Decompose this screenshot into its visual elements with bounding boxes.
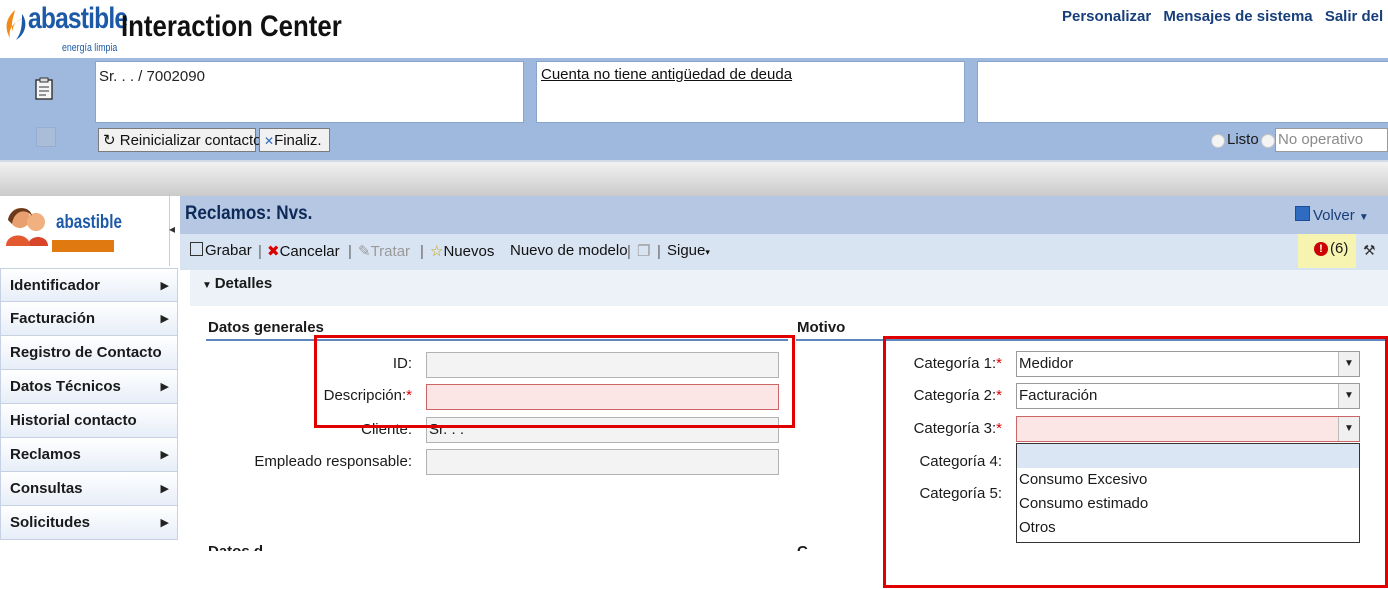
chevron-right-icon: ▶ xyxy=(160,517,169,529)
toolbar-separator: | xyxy=(657,243,661,260)
toolbar-separator: | xyxy=(348,243,352,260)
employee-field[interactable] xyxy=(426,449,779,475)
nav-item-historial-contacto[interactable]: Historial contacto xyxy=(0,404,178,438)
separator-band xyxy=(0,162,1388,196)
chevron-right-icon: ▶ xyxy=(160,280,169,292)
app-title: Interaction Center xyxy=(121,10,342,43)
nav-item-reclamos[interactable]: Reclamos ▶ xyxy=(0,438,178,472)
finalize-icon: ✕ xyxy=(264,134,275,148)
save-button[interactable]: Grabar xyxy=(190,242,252,259)
back-icon xyxy=(1295,206,1310,221)
reset-contact-button[interactable]: ↻ Reinicializar contacto xyxy=(98,128,261,152)
new-document-icon: ☆ xyxy=(430,243,444,260)
page-title: Reclamos: Nvs. xyxy=(185,203,313,224)
process-button[interactable]: ✎Tratar xyxy=(358,242,410,260)
extra-info-box xyxy=(977,61,1388,123)
page-header xyxy=(180,196,1388,234)
system-messages-link[interactable]: Mensajes de sistema xyxy=(1163,8,1312,25)
new-from-template-button[interactable]: Nuevo de modelo xyxy=(510,242,628,259)
brand-tagline: energía limpia xyxy=(62,42,118,54)
chevron-down-icon: ▼ xyxy=(1358,212,1369,223)
chevron-right-icon: ▶ xyxy=(160,381,169,393)
chevron-right-icon: ▶ xyxy=(160,449,169,461)
ready-label: Listo xyxy=(1227,131,1259,148)
annotation-highlight-right xyxy=(883,336,1388,588)
alert-icon: ! xyxy=(1314,242,1328,256)
annotation-highlight-left xyxy=(314,335,795,428)
cancel-button[interactable]: ✖Cancelar xyxy=(267,242,340,260)
details-toggle[interactable]: ▼ Detalles xyxy=(202,275,272,292)
general-section-title: Datos generales xyxy=(208,319,324,336)
employee-label: Empleado responsable: xyxy=(254,453,412,470)
header-links: Personalizar Mensajes de sistema Salir d… xyxy=(1062,8,1388,25)
finalize-button[interactable]: ✕Finaliz. xyxy=(259,128,330,152)
copy-icon[interactable]: ❐ xyxy=(637,242,650,260)
chevron-down-icon: ▾ xyxy=(705,247,710,257)
save-icon xyxy=(190,242,203,256)
next-button[interactable]: Sigue▾ xyxy=(667,242,710,259)
family-photo-icon xyxy=(6,208,48,246)
reason-section-title: Motivo xyxy=(797,319,846,336)
debt-status-link[interactable]: Cuenta no tiene antigüedad de deuda xyxy=(541,66,792,83)
new-button[interactable]: ☆Nuevos xyxy=(430,242,494,260)
nav-brand-text: abastible xyxy=(56,212,122,233)
collapse-nav-icon[interactable]: ◂ xyxy=(169,222,175,236)
logout-link[interactable]: Salir del sist xyxy=(1325,8,1388,25)
cutoff-section-title: Datos d xyxy=(208,543,263,551)
not-operative-radio[interactable] xyxy=(1261,134,1275,148)
nav-item-consultas[interactable]: Consultas ▶ xyxy=(0,472,178,506)
edit-icon: ✎ xyxy=(358,243,371,260)
nav-item-solicitudes[interactable]: Solicitudes ▶ xyxy=(0,506,178,540)
back-button[interactable]: Volver ▼ xyxy=(1295,206,1369,224)
brand-flame-icon xyxy=(6,10,26,40)
status-square-icon xyxy=(36,127,56,147)
brand-logo-text: abastible xyxy=(28,2,128,35)
cancel-icon: ✖ xyxy=(267,243,280,260)
refresh-icon: ↻ xyxy=(103,132,120,149)
toolbar-separator: | xyxy=(258,243,262,260)
chevron-right-icon: ▶ xyxy=(160,313,169,325)
navigation-menu: Identificador ▶ Facturación ▶ Registro de … xyxy=(0,268,178,540)
nav-item-datos-tecnicos[interactable]: Datos Técnicos ▶ xyxy=(0,370,178,404)
wrench-icon[interactable]: ⚒ xyxy=(1363,242,1376,259)
chevron-right-icon: ▶ xyxy=(160,483,169,495)
clipboard-icon[interactable] xyxy=(33,77,55,101)
message-count: (6) xyxy=(1330,240,1349,257)
not-operative-field[interactable]: No operativo xyxy=(1275,128,1388,152)
nav-item-registro-contacto[interactable]: Registro de Contacto xyxy=(0,336,178,370)
toolbar-separator: | xyxy=(627,243,631,260)
nav-brand-bar xyxy=(52,240,114,252)
personalize-link[interactable]: Personalizar xyxy=(1062,8,1151,25)
toolbar-separator: | xyxy=(420,243,424,260)
chevron-down-icon: ▼ xyxy=(202,280,215,291)
details-header[interactable] xyxy=(190,270,1388,306)
ready-radio[interactable] xyxy=(1211,134,1225,148)
nav-item-facturacion[interactable]: Facturación ▶ xyxy=(0,302,178,336)
contact-name-id: Sr. . . / 7002090 xyxy=(99,68,205,85)
cutoff-section-title: C xyxy=(797,543,808,551)
nav-item-identificador[interactable]: Identificador ▶ xyxy=(0,268,178,302)
